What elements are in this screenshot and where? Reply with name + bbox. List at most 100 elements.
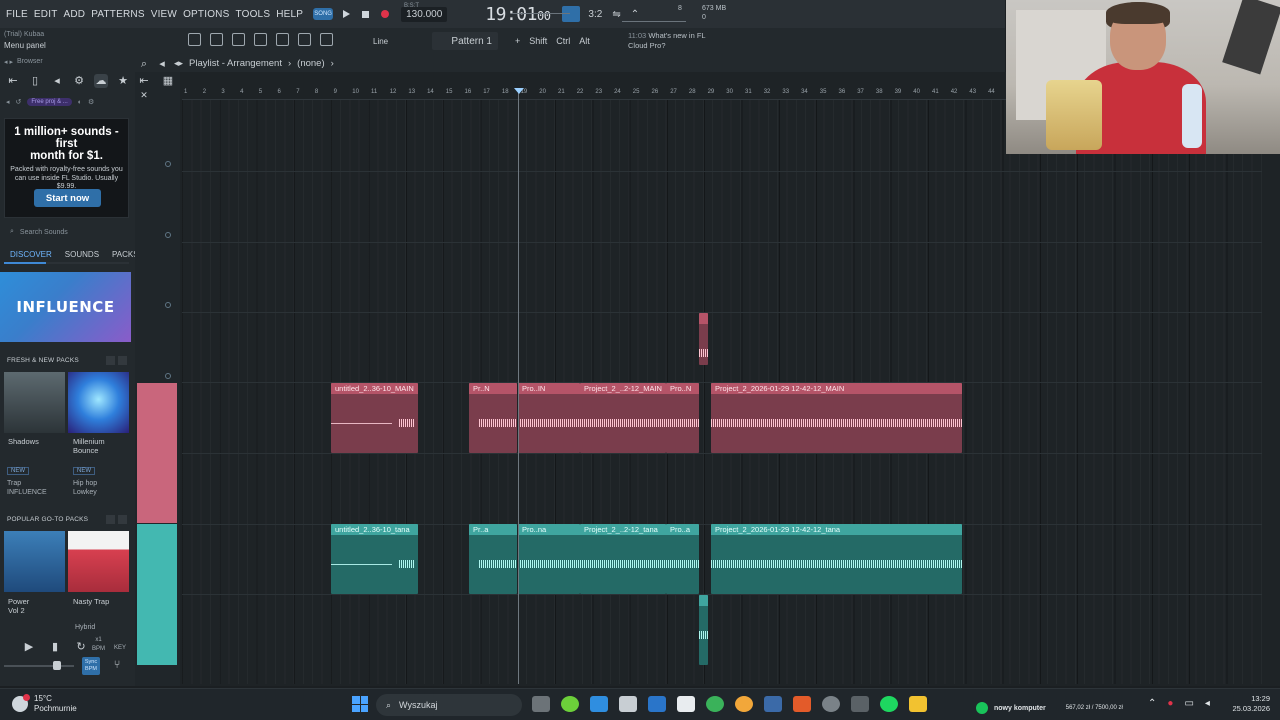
gear-icon[interactable]: ⚙ — [88, 98, 94, 106]
menu-file[interactable]: FILE — [6, 9, 28, 20]
ctrl-key[interactable]: Ctrl — [556, 36, 570, 46]
master-volume-slider[interactable] — [512, 13, 570, 14]
taskbar-clock[interactable]: 13:29 25.03.2026 — [1226, 694, 1270, 714]
pack-cover-nasty-trap[interactable] — [68, 531, 129, 592]
sort-icon[interactable]: ◐ — [78, 99, 82, 106]
vscode-icon[interactable] — [590, 696, 608, 712]
microphone-icon[interactable] — [320, 33, 333, 46]
chevron-up-icon[interactable]: ⌃ — [1148, 698, 1156, 709]
song-position-clock[interactable]: 19:0100 — [485, 4, 551, 25]
photos-icon[interactable] — [648, 696, 666, 712]
sync-bpm-button[interactable]: Sync BPM — [82, 657, 100, 675]
file-icon[interactable]: ▯ — [28, 74, 42, 88]
browser-arrows-icon[interactable]: ◂ ▸ — [4, 58, 13, 66]
channel-rack-icon[interactable] — [232, 33, 245, 46]
menu-edit[interactable]: EDIT — [34, 9, 58, 20]
back-icon[interactable] — [851, 696, 869, 712]
collapse-arrow-icon[interactable]: ◂▸ — [174, 58, 183, 69]
popular-packs-arrows[interactable] — [106, 515, 127, 524]
audio-clip[interactable]: Pro..a — [666, 524, 699, 594]
audio-clip[interactable]: Project_2_..2-12_tana — [580, 524, 666, 594]
piano-roll-icon[interactable] — [210, 33, 223, 46]
start-now-button[interactable]: Start now — [34, 189, 101, 207]
track-mute-dot[interactable] — [165, 302, 171, 308]
arrow-right-icon[interactable] — [298, 33, 311, 46]
star-icon[interactable]: ★ — [116, 74, 130, 88]
playlist-icon[interactable] — [188, 33, 201, 46]
microphone-icon[interactable]: ● — [1167, 698, 1173, 709]
fresh-packs-arrows[interactable] — [106, 356, 127, 365]
menu-view[interactable]: VIEW — [151, 9, 177, 20]
pattern-picker[interactable]: (none) — [297, 58, 324, 69]
pack-name-nasty-trap[interactable]: Nasty Trap — [73, 597, 109, 606]
news-panel[interactable]: 11:03 What's new in FL Cloud Pro? — [628, 31, 706, 51]
pattern-icon[interactable]: ▦ — [161, 74, 175, 88]
weather-widget[interactable]: 15°C Pochmurnie — [12, 694, 77, 714]
mixer-icon[interactable] — [254, 33, 267, 46]
settings-icon[interactable] — [822, 696, 840, 712]
audio-clip-small[interactable] — [699, 595, 708, 665]
audio-clip[interactable]: Pro..IN — [518, 383, 580, 453]
typing-keyboard-icon[interactable]: ⇋ — [612, 9, 620, 20]
menu-options[interactable]: OPTIONS — [183, 9, 229, 20]
pattern-selector[interactable]: Pattern 1 — [432, 32, 498, 50]
track-header-tana[interactable] — [137, 524, 177, 665]
featured-banner[interactable]: INFLUENCE — [0, 272, 131, 342]
windows-start-icon[interactable] — [352, 696, 368, 712]
magnifier-icon[interactable]: ⌕ — [137, 57, 151, 71]
plugin-icon[interactable] — [276, 33, 289, 46]
plus-icon[interactable]: + — [515, 36, 520, 46]
audio-clip-small[interactable] — [699, 313, 708, 365]
master-pitch-slider[interactable] — [622, 21, 686, 22]
preview-volume-knob[interactable] — [53, 661, 61, 670]
close-icon[interactable]: ✕ — [137, 88, 151, 102]
stop-icon[interactable] — [362, 10, 370, 18]
audio-clip[interactable]: Project_2_2026-01-29 12-42-12_tana — [711, 524, 962, 594]
brave-icon[interactable] — [793, 696, 811, 712]
song-mode-toggle[interactable]: SONG — [313, 8, 334, 20]
tab-discover[interactable]: DISCOVER — [10, 250, 52, 259]
fl-studio-icon[interactable] — [561, 696, 579, 712]
search-sounds-input[interactable]: ⌕ Search Sounds — [10, 228, 68, 236]
pack-name-millenium[interactable]: Millenium Bounce — [73, 437, 131, 455]
mail-icon[interactable] — [619, 696, 637, 712]
task-view-icon[interactable] — [532, 696, 550, 712]
playhead-marker-icon[interactable] — [514, 88, 524, 94]
settings-icon[interactable]: ⚙ — [72, 74, 86, 88]
menu-tools[interactable]: TOOLS — [235, 9, 270, 20]
playhead[interactable] — [518, 88, 519, 684]
tuning-fork-icon[interactable]: ⑂ — [110, 658, 124, 672]
display-icon[interactable]: ▭ — [1184, 698, 1193, 709]
stepper-readout[interactable]: 3:2 — [588, 9, 602, 20]
metronome-icon[interactable]: ⌃ — [631, 9, 639, 20]
volume-icon[interactable]: ◂ — [1205, 698, 1210, 709]
tab-sounds[interactable]: SOUNDS — [65, 250, 99, 259]
alt-key[interactable]: Alt — [579, 36, 590, 46]
track-mute-dot[interactable] — [165, 161, 171, 167]
app-icon[interactable] — [735, 696, 753, 712]
audio-clip[interactable]: untitled_2..36-10_MAIN — [331, 383, 418, 453]
stop-icon[interactable]: ▮ — [48, 640, 62, 654]
notepad-icon[interactable] — [677, 696, 695, 712]
snap-label[interactable]: Line — [373, 37, 388, 46]
audio-clip[interactable]: Pro..na — [518, 524, 580, 594]
free-projects-pill[interactable]: Free proj & ... — [27, 98, 72, 106]
pack-cover-millenium-bounce[interactable] — [68, 372, 129, 433]
tray-widget[interactable]: nowy komputer 567,02 zł / 7500,00 zł — [976, 702, 1123, 714]
audio-clip[interactable]: Project_2_..2-12_MAIN — [580, 383, 666, 453]
play-icon[interactable] — [343, 10, 351, 18]
taskbar-search[interactable]: ⌕ Wyszukaj — [376, 694, 522, 716]
chrome-icon[interactable] — [706, 696, 724, 712]
audio-clip[interactable]: untitled_2..36-10_tana — [331, 524, 418, 594]
shift-key[interactable]: Shift — [529, 36, 547, 46]
speaker-icon[interactable]: ◂ — [50, 74, 64, 88]
cloud-icon[interactable]: ☁ — [94, 74, 108, 88]
pattern-song-icon[interactable] — [562, 6, 581, 22]
pack-name-power[interactable]: Power Vol 2 — [8, 597, 29, 615]
track-header-main[interactable] — [137, 383, 177, 523]
loop-icon[interactable]: ↻ — [74, 640, 88, 654]
spotify-icon[interactable] — [880, 696, 898, 712]
steam-icon[interactable] — [764, 696, 782, 712]
arrow-icon[interactable]: ⇤ — [137, 74, 151, 88]
audio-clip[interactable]: Pr..N — [469, 383, 517, 453]
